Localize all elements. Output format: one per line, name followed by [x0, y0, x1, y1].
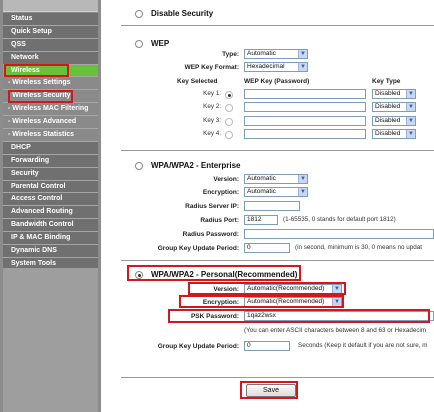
wpa-enterprise-radio[interactable] [135, 162, 143, 170]
sidebar: Status Quick Setup QSS Network Wireless - Wir… [0, 0, 101, 412]
radius-port-note: (1-65535, 0 stands for default port 1812… [283, 216, 396, 223]
divider [121, 25, 434, 26]
radius-password-label: Radius Password: [182, 231, 239, 238]
ent-group-key-input[interactable]: 0 [244, 243, 290, 253]
col-key-selected: Key Selected [177, 78, 218, 85]
personal-encryption-select[interactable]: Automatic(Recommended) ▼ [244, 297, 342, 307]
ent-group-key-label: Group Key Update Period: [157, 245, 239, 252]
personal-version-label: Version: [213, 286, 239, 293]
divider [121, 377, 434, 378]
psk-password-label: PSK Password: [190, 313, 239, 320]
wpa-enterprise-label: WPA/WPA2 - Enterprise [151, 161, 241, 170]
wep-radio[interactable] [135, 40, 143, 48]
wep-label: WEP [151, 39, 170, 48]
wep-key-radio[interactable] [225, 130, 233, 139]
sidebar-item[interactable]: Quick Setup [3, 25, 98, 39]
personal-group-key-note: Seconds (Keep it default if you are not … [298, 342, 428, 349]
wep-key-format-select[interactable]: Hexadecimal ▼ [244, 62, 308, 72]
personal-encryption-label: Encryption: [202, 299, 239, 306]
wep-key-type-value: Disabled [375, 90, 401, 97]
divider [121, 260, 434, 261]
wep-key-input[interactable] [244, 128, 366, 139]
sidebar-item[interactable]: Access Control [3, 193, 98, 207]
wep-key-type-select[interactable]: Disabled ▼ [372, 89, 416, 99]
chevron-down-icon: ▼ [298, 50, 307, 58]
sidebar-item[interactable]: - Wireless Security [3, 90, 98, 104]
wep-type-label: Type: [222, 51, 239, 58]
sidebar-item[interactable]: DHCP [3, 141, 98, 155]
ent-group-key-note: (in second, minimum is 30, 0 means no up… [295, 244, 423, 251]
wep-key-type-value: Disabled [375, 103, 401, 111]
sidebar-item[interactable]: IP & MAC Binding [3, 232, 98, 246]
save-button[interactable]: Save [246, 384, 296, 397]
radius-server-ip-label: Radius Server IP: [185, 203, 239, 210]
wep-key-radio[interactable] [225, 91, 233, 99]
wep-type-select[interactable]: Automatic ▼ [244, 49, 308, 59]
wep-key-label: Key 4: [203, 129, 221, 137]
wpa-personal-label: WPA/WPA2 - Personal(Recommended) [151, 270, 298, 279]
disable-security-label: Disable Security [151, 9, 214, 18]
wep-key-label: Key 2: [203, 103, 221, 111]
wep-key-type-value: Disabled [375, 116, 401, 124]
col-wep-key: WEP Key (Password) [244, 78, 310, 85]
radius-server-ip-input[interactable] [244, 201, 300, 211]
personal-version-select[interactable]: Automatic(Recommended) ▼ [244, 284, 342, 294]
wep-key-label: Key 3: [203, 116, 221, 124]
sidebar-item[interactable]: Forwarding [3, 154, 98, 168]
sidebar-item[interactable]: - Wireless MAC Filtering [3, 103, 98, 117]
radius-port-input[interactable]: 1812 [244, 215, 278, 225]
psk-password-note: (You can enter ASCII characters between … [244, 327, 427, 334]
chevron-down-icon: ▼ [406, 103, 415, 112]
chevron-down-icon: ▼ [298, 175, 307, 183]
wep-key-input[interactable] [244, 102, 366, 113]
wep-key-input[interactable] [244, 89, 366, 99]
wep-key-type-select[interactable]: Disabled ▼ [372, 128, 416, 139]
sidebar-item[interactable]: - Wireless Advanced [3, 116, 98, 130]
sidebar-item[interactable]: Advanced Routing [3, 206, 98, 220]
sidebar-item[interactable]: Parental Control [3, 180, 98, 194]
sidebar-top-strip [3, 0, 98, 12]
wep-key-input[interactable] [244, 115, 366, 126]
radius-port-label: Radius Port: [200, 217, 239, 224]
wep-key-type-select[interactable]: Disabled ▼ [372, 115, 416, 126]
main-panel: Disable Security WEP Type: Automatic ▼ WE… [101, 0, 434, 412]
wep-key-type-value: Disabled [375, 129, 401, 137]
sidebar-item[interactable]: Status [3, 13, 98, 26]
sidebar-nav: Status Quick Setup QSS Network Wireless - Wir… [3, 13, 98, 271]
personal-group-key-input[interactable]: 0 [244, 341, 290, 351]
radius-password-input[interactable] [244, 229, 434, 239]
wep-key-format-label: WEP Key Format: [184, 64, 239, 71]
sidebar-item[interactable]: Network [3, 51, 98, 65]
psk-password-input[interactable]: 1qaz2wsx [244, 311, 434, 321]
wep-key-radio[interactable] [225, 117, 233, 126]
chevron-down-icon: ▼ [298, 188, 307, 196]
chevron-down-icon: ▼ [406, 90, 415, 98]
wep-key-type-select[interactable]: Disabled ▼ [372, 102, 416, 113]
sidebar-item[interactable]: QSS [3, 38, 98, 52]
divider [121, 150, 434, 151]
chevron-down-icon: ▼ [332, 298, 341, 306]
wpa-personal-radio[interactable] [135, 271, 143, 279]
sidebar-item[interactable]: Bandwidth Control [3, 219, 98, 233]
personal-group-key-label: Group Key Update Period: [157, 343, 239, 350]
sidebar-item[interactable]: Security [3, 167, 98, 181]
wep-key-radio[interactable] [225, 104, 233, 113]
chevron-down-icon: ▼ [332, 285, 341, 293]
ent-encryption-label: Encryption: [202, 189, 239, 196]
sidebar-item[interactable]: Wireless [3, 64, 98, 78]
ent-encryption-select[interactable]: Automatic ▼ [244, 187, 308, 197]
ent-version-select[interactable]: Automatic ▼ [244, 174, 308, 184]
chevron-down-icon: ▼ [406, 129, 415, 138]
chevron-down-icon: ▼ [406, 116, 415, 125]
sidebar-item[interactable]: - Wireless Statistics [3, 129, 98, 142]
ent-version-label: Version: [213, 176, 239, 183]
wep-key-label: Key 1: [203, 90, 221, 97]
sidebar-bottom-fill [3, 268, 98, 412]
disable-security-radio[interactable] [135, 10, 143, 18]
col-key-type: Key Type [372, 78, 401, 85]
chevron-down-icon: ▼ [298, 63, 307, 71]
sidebar-item[interactable]: - Wireless Settings [3, 77, 98, 91]
sidebar-item[interactable]: Dynamic DNS [3, 245, 98, 258]
